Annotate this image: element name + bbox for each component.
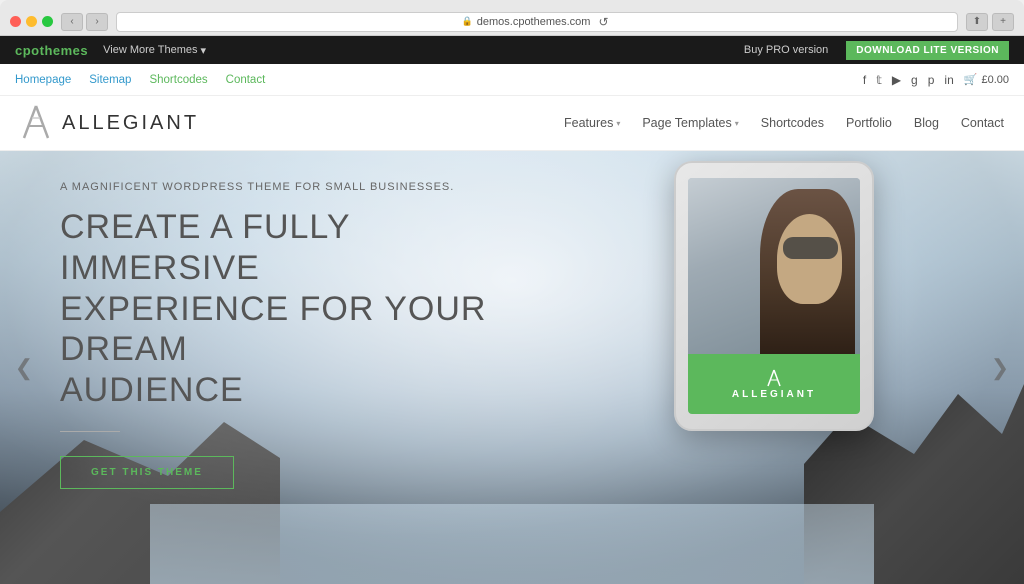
- site-header: ALLEGIANT Features ▾ Page Templates ▾ Sh…: [0, 96, 1024, 151]
- google-plus-icon[interactable]: g: [911, 73, 918, 87]
- features-chevron-icon: ▾: [616, 119, 620, 128]
- nav-portfolio[interactable]: Portfolio: [846, 116, 892, 130]
- minimize-button[interactable]: [26, 16, 37, 27]
- hero-tagline: A MAGNIFICENT WORDPRESS THEME FOR SMALL …: [60, 181, 490, 193]
- hero-prev-arrow[interactable]: ❮: [10, 354, 38, 382]
- social-links: f 𝕥 ▶ g p in 🛒 £0.00: [863, 73, 1009, 87]
- hero-heading: CREATE A FULLY IMMERSIVE EXPERIENCE FOR …: [60, 207, 490, 411]
- tablet-screen: ALLEGIANT: [688, 178, 860, 414]
- water-area: [150, 504, 874, 584]
- brand-logo: cpothemes: [15, 43, 88, 58]
- tablet-screen-lower: ALLEGIANT: [688, 354, 860, 414]
- admin-bar: cpothemes View More Themes ▾ Buy PRO ver…: [0, 36, 1024, 64]
- hero-content: A MAGNIFICENT WORDPRESS THEME FOR SMALL …: [60, 181, 490, 489]
- nav-blog[interactable]: Blog: [914, 116, 939, 130]
- nav-link-shortcodes[interactable]: Shortcodes: [149, 74, 207, 86]
- lock-icon: 🔒: [462, 16, 473, 27]
- nav-shortcodes[interactable]: Shortcodes: [761, 116, 824, 130]
- facebook-icon[interactable]: f: [863, 73, 866, 87]
- cart-area[interactable]: 🛒 £0.00: [964, 73, 1009, 86]
- admin-bar-right: Buy PRO version DOWNLOAD LITE VERSION: [736, 41, 1009, 60]
- dropdown-arrow-icon: ▾: [201, 44, 207, 57]
- tablet-screen-upper: [688, 178, 860, 354]
- tablet-logo-icon: [766, 369, 782, 387]
- url-text: demos.cpothemes.com: [477, 16, 591, 28]
- back-button[interactable]: ‹: [61, 13, 83, 31]
- cart-icon: 🛒: [964, 73, 978, 86]
- main-nav: Features ▾ Page Templates ▾ Shortcodes P…: [564, 116, 1004, 130]
- nav-contact[interactable]: Contact: [961, 116, 1004, 130]
- hero-divider: [60, 431, 120, 432]
- browser-chrome: ‹ › 🔒 demos.cpothemes.com ↺ ⬆ +: [0, 0, 1024, 36]
- secondary-nav: Homepage Sitemap Shortcodes Contact f 𝕥 …: [0, 64, 1024, 96]
- maximize-button[interactable]: [42, 16, 53, 27]
- youtube-icon[interactable]: ▶: [892, 73, 901, 87]
- address-bar[interactable]: 🔒 demos.cpothemes.com ↺: [116, 12, 958, 32]
- nav-features[interactable]: Features ▾: [564, 116, 620, 130]
- site-title: ALLEGIANT: [62, 112, 199, 135]
- close-button[interactable]: [10, 16, 21, 27]
- get-theme-button[interactable]: GET THIS THEME: [60, 456, 234, 489]
- logo-area: ALLEGIANT: [20, 104, 199, 142]
- cart-amount: £0.00: [981, 74, 1009, 86]
- hero-next-arrow[interactable]: ❯: [986, 354, 1014, 382]
- nav-link-homepage[interactable]: Homepage: [15, 74, 71, 86]
- tablet-theme-name: ALLEGIANT: [732, 389, 816, 400]
- share-button[interactable]: ⬆: [966, 13, 988, 31]
- page-templates-chevron-icon: ▾: [735, 119, 739, 128]
- buy-pro-button[interactable]: Buy PRO version: [736, 41, 836, 59]
- add-tab-button[interactable]: +: [992, 13, 1014, 31]
- site-wrapper: cpothemes View More Themes ▾ Buy PRO ver…: [0, 36, 1024, 584]
- forward-button[interactable]: ›: [86, 13, 108, 31]
- tablet-mockup: ALLEGIANT: [674, 161, 874, 431]
- download-lite-button[interactable]: DOWNLOAD LITE VERSION: [846, 41, 1009, 60]
- reload-button[interactable]: ↺: [594, 13, 612, 31]
- linkedin-icon[interactable]: in: [944, 73, 953, 87]
- traffic-lights: [10, 16, 53, 27]
- nav-link-sitemap[interactable]: Sitemap: [89, 74, 131, 86]
- secondary-nav-links: Homepage Sitemap Shortcodes Contact: [15, 74, 265, 86]
- nav-link-contact[interactable]: Contact: [226, 74, 266, 86]
- admin-bar-left: cpothemes View More Themes ▾: [15, 43, 206, 58]
- logo-icon: [20, 104, 52, 142]
- hero-section: ❮ A MAGNIFICENT WORDPRESS THEME FOR SMAL…: [0, 151, 1024, 584]
- tablet-outer: ALLEGIANT: [674, 161, 874, 431]
- nav-page-templates[interactable]: Page Templates ▾: [642, 116, 738, 130]
- twitter-icon[interactable]: 𝕥: [876, 73, 882, 87]
- pinterest-icon[interactable]: p: [928, 73, 935, 87]
- view-themes-button[interactable]: View More Themes ▾: [103, 44, 206, 57]
